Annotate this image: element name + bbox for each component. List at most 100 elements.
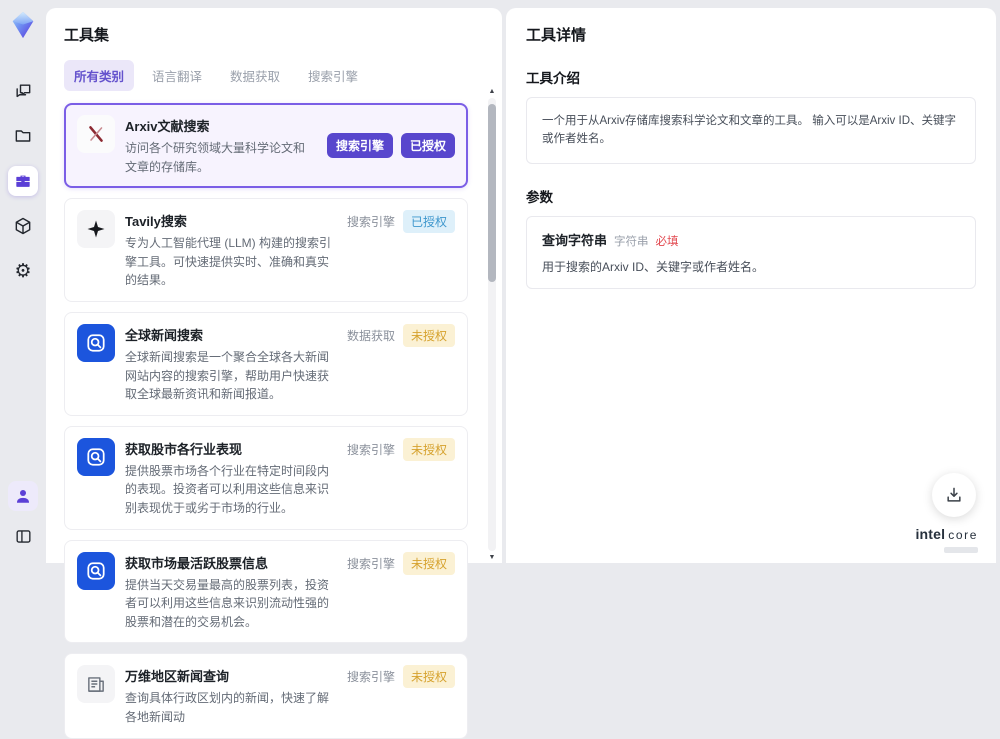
tool-icon [77,437,115,476]
tool-status-badge: 已授权 [402,210,455,234]
tool-tags: 搜索引擎 已授权 [347,210,455,290]
tool-status-badge: 未授权 [402,323,455,347]
tool-main: 获取市场最活跃股票信息 提供当天交易量最高的股票列表，投资者可以利用这些信息来识… [125,552,337,632]
category-tab[interactable]: 搜索引擎 [298,60,368,91]
tool-name: 全球新闻搜索 [125,327,204,343]
tool-icon [77,323,115,362]
tool-tags: 数据获取 未授权 [346,323,455,404]
tool-category-badge: 数据获取 [346,328,395,343]
tool-card[interactable]: Tavily搜索 专为人工智能代理 (LLM) 构建的搜索引擎工具。可快速提供实… [64,198,468,302]
tool-list: Arxiv文献搜索 访问各个研究领域大量科学论文和文章的存储库。 搜索引擎 已授… [64,103,484,739]
chat-icon [16,84,31,98]
param-head: 查询字符串 字符串 必填 [542,230,960,249]
tool-description: 全球新闻搜索是一个聚合全球各大新闻网站内容的搜索引擎，帮助用户快速获取全球最新资… [125,349,330,402]
tool-tags: 搜索引擎 未授权 [347,665,455,726]
sidebar-item-tools[interactable] [8,166,38,196]
tool-description: 专为人工智能代理 (LLM) 构建的搜索引擎工具。可快速提供实时、准确和真实的结… [125,236,332,288]
tool-name: Arxiv文献搜索 [125,119,210,134]
scrollbar-thumb[interactable] [488,104,496,282]
sidebar-item-chat[interactable] [8,76,38,106]
cube-icon [15,217,31,235]
diamond-logo-icon [12,11,34,39]
category-tabs: 所有类别 语言翻译 数据获取 搜索引擎 [64,60,484,91]
tool-name: 获取股市各行业表现 [125,441,243,457]
intro-box: 一个用于从Arxiv存储库搜索科学论文和文章的工具。 输入可以是Arxiv ID… [526,97,976,164]
tool-card[interactable]: 万维地区新闻查询 查询具体行政区划内的新闻，快速了解各地新闻动 搜索引擎 未授权 [64,653,468,739]
category-tab[interactable]: 数据获取 [220,60,290,91]
tool-main: 全球新闻搜索 全球新闻搜索是一个聚合全球各大新闻网站内容的搜索引擎，帮助用户快速… [125,324,337,404]
download-icon [947,487,961,502]
tool-icon [77,115,115,153]
list-scrollbar[interactable]: ▲ ▼ [488,88,496,561]
param-required-badge: 必填 [655,235,679,248]
tool-category-badge: 搜索引擎 [326,133,393,159]
detail-title: 工具详情 [526,27,587,44]
tool-tags: 搜索引擎 未授权 [346,437,455,518]
tool-status-badge: 未授权 [402,665,455,689]
tool-name: Tavily搜索 [125,214,187,230]
sidebar-item-panel-toggle[interactable] [8,521,38,551]
tool-status-badge: 已授权 [400,133,455,159]
tool-main: Arxiv文献搜索 访问各个研究领域大量科学论文和文章的存储库。 [125,115,317,176]
tool-card[interactable]: 获取市场最活跃股票信息 提供当天交易量最高的股票列表，投资者可以利用这些信息来识… [64,539,468,644]
params-heading: 参数 [526,189,553,205]
tool-tags: 搜索引擎 未授权 [346,551,455,632]
app-logo [8,10,38,40]
tool-icon [77,551,115,590]
tool-description: 提供当天交易量最高的股票列表，投资者可以利用这些信息来识别流动性强的股票和潜在的… [125,577,330,629]
tool-status-badge: 未授权 [402,437,455,461]
toolbox-icon [16,175,30,187]
intel-core-logo: intel core [915,526,978,553]
user-icon [17,490,29,503]
tool-card[interactable]: 获取股市各行业表现 提供股票市场各个行业在特定时间段内的表现。投资者可以利用这些… [64,425,468,530]
core-wordmark: core [948,528,978,542]
scrollbar-up-arrow[interactable]: ▲ [488,88,496,95]
gear-icon: ⚙ [14,260,32,282]
param-description: 用于搜索的Arxiv ID、关键字或作者姓名。 [542,259,765,274]
category-tab[interactable]: 所有类别 [64,60,135,91]
param-name: 查询字符串 [542,232,608,248]
tool-main: 获取股市各行业表现 提供股票市场各个行业在特定时间段内的表现。投资者可以利用这些… [125,438,337,518]
search-app-icon [87,448,105,466]
intel-wordmark: intel [915,526,946,542]
panel-toggle-icon [15,529,31,543]
param-box: 查询字符串 字符串 必填 用于搜索的Arxiv ID、关键字或作者姓名。 [526,215,976,289]
tool-category-badge: 搜索引擎 [346,215,395,230]
search-app-icon [87,334,105,352]
sidebar-item-account[interactable] [8,481,38,511]
tool-detail-panel: 工具详情 工具介绍 一个用于从Arxiv存储库搜索科学论文和文章的工具。 输入可… [506,8,996,563]
left-sidebar: ⚙ [0,0,46,563]
tools-list-panel: 工具集 所有类别 语言翻译 数据获取 搜索引擎 Arxiv文献搜索 访问各个研究… [46,8,502,739]
sidebar-nav: ⚙ [8,76,38,286]
page-title: 工具集 [64,27,110,44]
tool-icon [77,210,115,249]
tool-main: Tavily搜索 专为人工智能代理 (LLM) 构建的搜索引擎工具。可快速提供实… [125,210,337,290]
newspaper-icon [88,677,104,693]
tool-category-badge: 搜索引擎 [346,556,395,571]
tool-status-badge: 未授权 [402,551,455,575]
tool-card[interactable]: 全球新闻搜索 全球新闻搜索是一个聚合全球各大新闻网站内容的搜索引擎，帮助用户快速… [64,311,468,416]
intel-logo-subtext [944,547,978,553]
tool-description: 提供股票市场各个行业在特定时间段内的表现。投资者可以利用这些信息来识别表现优于或… [125,463,330,515]
tool-description: 访问各个研究领域大量科学论文和文章的存储库。 [125,141,306,174]
tool-icon [77,665,115,704]
scrollbar-down-arrow[interactable]: ▼ [488,554,496,561]
sidebar-bottom [8,481,38,551]
tool-description: 查询具体行政区划内的新闻，快速了解各地新闻动 [125,691,330,724]
tool-main: 万维地区新闻查询 查询具体行政区划内的新闻，快速了解各地新闻动 [125,665,337,726]
tool-card[interactable]: Arxiv文献搜索 访问各个研究领域大量科学论文和文章的存储库。 搜索引擎 已授… [64,103,468,189]
sidebar-item-models[interactable] [8,211,38,241]
tool-name: 万维地区新闻查询 [125,669,230,685]
category-tab[interactable]: 语言翻译 [142,60,212,91]
param-type: 字符串 [614,235,649,248]
folder-icon [15,130,31,142]
download-button[interactable] [932,473,976,517]
arxiv-icon [89,126,103,142]
sidebar-item-files[interactable] [8,121,38,151]
tool-name: 获取市场最活跃股票信息 [125,555,269,571]
tool-category-badge: 搜索引擎 [346,670,395,685]
tool-tags: 搜索引擎 已授权 [326,133,455,159]
star-icon [87,220,105,238]
sidebar-item-settings[interactable]: ⚙ [8,256,38,286]
tool-category-badge: 搜索引擎 [346,442,395,457]
